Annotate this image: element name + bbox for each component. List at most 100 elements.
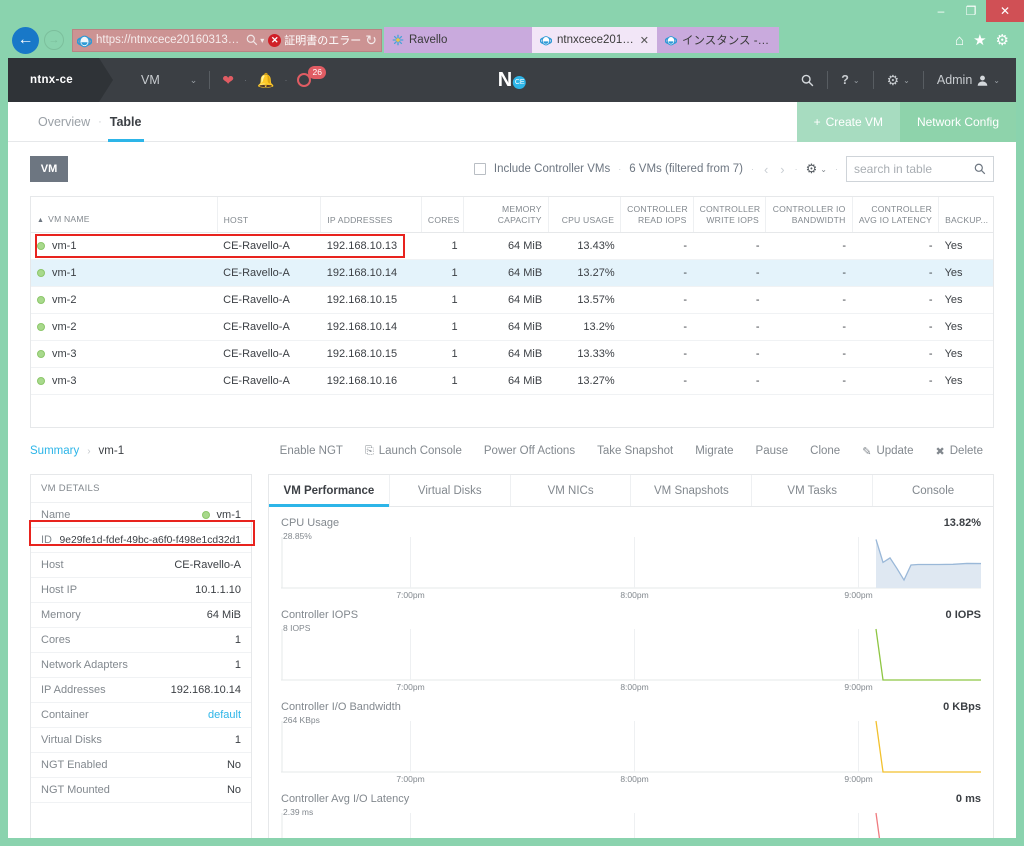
col-controller-io-bandwidth[interactable]: CONTROLLER IO BANDWIDTH — [765, 197, 853, 234]
action-take-snapshot[interactable]: Take Snapshot — [586, 445, 684, 457]
tab-vm-tasks[interactable]: VM Tasks — [752, 475, 874, 506]
cell-cpu: 13.27% — [548, 367, 621, 396]
tab-console[interactable]: Console — [873, 475, 993, 506]
cell-cpu: 13.57% — [548, 286, 621, 315]
cell-vm-name: vm-3 — [31, 340, 218, 369]
chart-controller-avg-i-o-latency: Controller Avg I/O Latency0 ms2.39 ms7:0… — [281, 793, 981, 838]
refresh-icon[interactable]: ↻ — [365, 32, 377, 49]
action-pause[interactable]: Pause — [745, 445, 800, 457]
tab-table[interactable]: Table — [102, 102, 150, 142]
table-row[interactable]: vm-3 CE-Ravello-A 192.168.10.15 1 64 MiB 13.3… — [31, 340, 993, 369]
col-memory-capacity[interactable]: MEMORY CAPACITY — [463, 197, 549, 234]
table-row[interactable]: vm-3 CE-Ravello-A 192.168.10.16 1 64 MiB 13.2… — [31, 367, 993, 396]
browser-back-button[interactable]: ← — [12, 26, 39, 54]
browser-tab-close-icon[interactable]: ✕ — [640, 34, 649, 47]
action-update[interactable]: ✎ Update — [851, 445, 924, 458]
col-controller-read-iops[interactable]: CONTROLLER READ IOPS — [620, 197, 694, 234]
alert-ring-icon[interactable]: 26 — [297, 66, 326, 87]
search-input[interactable]: search in table — [846, 156, 994, 182]
cell-vm-name: vm-2 — [31, 286, 218, 315]
chart-current-value: 0 ms — [955, 793, 981, 805]
col-host[interactable]: HOST — [217, 197, 322, 234]
col-controller-avg-io-latency[interactable]: CONTROLLER AVG IO LATENCY — [852, 197, 940, 234]
tab-vm-performance[interactable]: VM Performance — [269, 475, 390, 507]
cell-cpu: 13.43% — [548, 232, 621, 261]
network-config-button[interactable]: Network Config — [899, 102, 1016, 142]
tab-vm-snapshots[interactable]: VM Snapshots — [631, 475, 753, 506]
detail-value[interactable]: default — [208, 709, 241, 721]
pagination-next-button[interactable]: › — [778, 162, 786, 177]
detail-key: Cores — [41, 634, 71, 646]
action-enable-ngt[interactable]: Enable NGT — [269, 445, 354, 457]
browser-tab-ntnxcece[interactable]: ntnxcece20160... ✕ — [532, 27, 657, 53]
col-cpu-usage[interactable]: CPU USAGE — [548, 197, 622, 234]
cell-read-iops: - — [620, 259, 694, 288]
detail-value: 10.1.1.10 — [195, 584, 241, 596]
nav-entity-label[interactable]: VM — [141, 73, 160, 87]
user-menu-button[interactable]: Admin ⌄ — [924, 73, 1016, 87]
action-launch-console[interactable]: ⎘ Launch Console — [354, 445, 473, 458]
action-clone[interactable]: Clone — [799, 445, 851, 457]
window-minimize-button[interactable]: – — [926, 0, 956, 22]
table-row[interactable]: vm-1 CE-Ravello-A 192.168.10.14 1 64 MiB 13.2… — [31, 259, 993, 288]
cluster-name[interactable]: ntnx-ce — [8, 58, 113, 102]
cell-write-iops: - — [693, 286, 766, 315]
tools-gear-icon[interactable]: ⚙ — [996, 33, 1009, 48]
help-menu-button[interactable]: ? ⌄ — [828, 73, 872, 87]
certificate-error-badge[interactable]: ✕ 証明書のエラー — [268, 32, 361, 48]
breadcrumb-summary[interactable]: Summary — [30, 445, 79, 457]
browser-tab-openstack[interactable]: インスタンス - OpenS... — [657, 27, 779, 53]
browser-tab-label: インスタンス - OpenS... — [682, 35, 771, 47]
col-vm-name[interactable]: ▲ VM NAME — [31, 197, 218, 234]
window-maximize-button[interactable]: ❐ — [956, 0, 986, 22]
action-migrate[interactable]: Migrate — [684, 445, 744, 457]
cell-backup: Yes — [938, 259, 993, 288]
cell-vm-name: vm-2 — [31, 313, 218, 342]
table-settings-button[interactable]: ⚙ ⌄ — [806, 161, 827, 177]
table-row[interactable]: vm-1 CE-Ravello-A 192.168.10.13 1 64 MiB 13.4… — [31, 232, 993, 261]
address-bar[interactable]: https://ntnxcece20160313-nutanixce... ▾ … — [72, 28, 382, 52]
action-delete[interactable]: ✖ Delete — [925, 445, 994, 458]
col-controller-write-iops[interactable]: CONTROLLER WRITE IOPS — [693, 197, 767, 234]
cell-backup: Yes — [938, 367, 993, 396]
pagination-prev-button[interactable]: ‹ — [762, 162, 770, 177]
action-power-off-actions[interactable]: Power Off Actions — [473, 445, 586, 457]
browser-forward-button[interactable]: → — [44, 30, 64, 50]
col-ip-addresses[interactable]: IP ADDRESSES — [320, 197, 422, 234]
home-icon[interactable]: ⌂ — [955, 33, 964, 48]
cell-ip: 192.168.10.14 — [320, 259, 422, 288]
chart-header: Controller I/O Bandwidth 0 KBps — [281, 701, 981, 713]
detail-key: Name — [41, 509, 71, 521]
address-search-icon[interactable]: ▾ — [246, 34, 264, 46]
action-label: Pause — [755, 445, 789, 457]
detail-value: 1 — [234, 634, 241, 646]
chart-x-axis: 7:00pm 8:00pm 9:00pm — [281, 589, 981, 603]
browser-navigation-bar: ← → https://ntnxcece20160313-nutanixce..… — [0, 22, 1024, 58]
browser-tab-ravello[interactable]: Ravello — [384, 27, 532, 53]
col-cores[interactable]: CORES — [421, 197, 465, 234]
tab-vm-nics[interactable]: VM NICs — [511, 475, 632, 506]
create-vm-button[interactable]: + Create VM — [796, 102, 900, 142]
ravello-icon — [392, 34, 404, 46]
health-heart-icon[interactable]: ❤ — [222, 72, 234, 89]
table-row[interactable]: vm-2 CE-Ravello-A 192.168.10.14 1 64 MiB 13.2… — [31, 313, 993, 342]
x-tick-label: 8:00pm — [620, 682, 649, 692]
table-row[interactable]: vm-2 CE-Ravello-A 192.168.10.15 1 64 MiB 13.5… — [31, 286, 993, 315]
vm-table-container: ▲ VM NAME HOST IP ADDRESSES CORES MEMORY … — [30, 196, 994, 428]
chevron-down-icon[interactable]: ⌄ — [190, 75, 198, 86]
detail-row-container: Container default — [31, 703, 251, 728]
global-search-button[interactable] — [788, 74, 827, 87]
window-close-button[interactable]: ✕ — [986, 0, 1024, 22]
notification-bell-icon[interactable]: 🔔 — [257, 72, 274, 89]
entity-type-pill[interactable]: VM — [30, 156, 68, 182]
settings-menu-button[interactable]: ⚙ ⌄ — [874, 72, 923, 89]
gear-icon: ⚙ — [886, 71, 900, 88]
cell-ip: 192.168.10.16 — [320, 367, 422, 396]
include-controller-vms-checkbox[interactable] — [473, 163, 486, 175]
tab-overview[interactable]: Overview — [30, 102, 98, 142]
col-backup[interactable]: BACKUP... — [938, 197, 993, 234]
status-dot-icon — [201, 511, 210, 519]
tab-virtual-disks[interactable]: Virtual Disks — [390, 475, 511, 506]
favorites-star-icon[interactable]: ★ — [973, 33, 986, 48]
detail-value: 192.168.10.14 — [170, 684, 241, 696]
